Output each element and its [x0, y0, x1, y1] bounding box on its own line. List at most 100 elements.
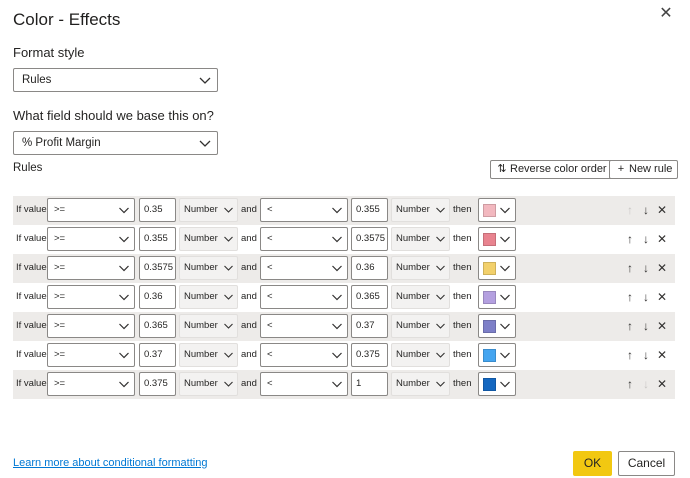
- type-2-select[interactable]: Number: [391, 227, 450, 251]
- operator-1-select[interactable]: >=: [47, 372, 135, 396]
- chevron-down-icon: [224, 207, 233, 213]
- move-down-icon[interactable]: ↓: [639, 375, 653, 393]
- move-up-icon[interactable]: ↑: [623, 201, 637, 219]
- value-1-input[interactable]: 0.355: [139, 227, 176, 251]
- operator-1-select[interactable]: >=: [47, 285, 135, 309]
- type-2-value: Number: [396, 262, 430, 273]
- value-1-input[interactable]: 0.37: [139, 343, 176, 367]
- new-rule-button[interactable]: + New rule: [609, 160, 679, 179]
- delete-rule-icon[interactable]: ✕: [655, 317, 669, 335]
- delete-rule-icon[interactable]: ✕: [655, 288, 669, 306]
- type-1-select[interactable]: Number: [179, 285, 238, 309]
- value-1-input[interactable]: 0.3575: [139, 256, 176, 280]
- operator-2-select[interactable]: <: [260, 372, 348, 396]
- type-1-select[interactable]: Number: [179, 343, 238, 367]
- operator-1-select[interactable]: >=: [47, 227, 135, 251]
- type-1-select[interactable]: Number: [179, 227, 238, 251]
- move-up-icon[interactable]: ↑: [623, 317, 637, 335]
- chevron-down-icon: [199, 140, 211, 147]
- delete-rule-icon[interactable]: ✕: [655, 346, 669, 364]
- operator-2-select[interactable]: <: [260, 256, 348, 280]
- value-2-input[interactable]: 0.365: [351, 285, 388, 309]
- field-select[interactable]: % Profit Margin: [13, 131, 218, 155]
- value-2-input[interactable]: 1: [351, 372, 388, 396]
- chevron-down-icon: [332, 352, 342, 359]
- operator-2-select[interactable]: <: [260, 227, 348, 251]
- operator-2-value: <: [267, 349, 273, 360]
- operator-2-value: <: [267, 378, 273, 389]
- operator-2-select[interactable]: <: [260, 285, 348, 309]
- move-down-icon[interactable]: ↓: [639, 259, 653, 277]
- rule-row: If value >= 0.375 Number and <1 Number then ↑ ↓ ✕: [13, 370, 675, 399]
- if-value-label: If value: [16, 320, 47, 331]
- delete-rule-icon[interactable]: ✕: [655, 230, 669, 248]
- value-1-input[interactable]: 0.365: [139, 314, 176, 338]
- color-picker[interactable]: [478, 227, 516, 251]
- move-up-icon[interactable]: ↑: [623, 288, 637, 306]
- value-2-input[interactable]: 0.36: [351, 256, 388, 280]
- delete-rule-icon[interactable]: ✕: [655, 201, 669, 219]
- chevron-down-icon: [224, 294, 233, 300]
- color-picker[interactable]: [478, 372, 516, 396]
- cancel-button[interactable]: Cancel: [618, 451, 675, 476]
- type-1-select[interactable]: Number: [179, 372, 238, 396]
- operator-2-select[interactable]: <: [260, 198, 348, 222]
- type-2-select[interactable]: Number: [391, 343, 450, 367]
- move-down-icon[interactable]: ↓: [639, 288, 653, 306]
- color-picker[interactable]: [478, 256, 516, 280]
- delete-rule-icon[interactable]: ✕: [655, 259, 669, 277]
- type-2-select[interactable]: Number: [391, 256, 450, 280]
- operator-1-select[interactable]: >=: [47, 198, 135, 222]
- then-label: then: [453, 349, 472, 360]
- format-style-select[interactable]: Rules: [13, 68, 218, 92]
- type-2-select[interactable]: Number: [391, 314, 450, 338]
- type-1-select[interactable]: Number: [179, 198, 238, 222]
- then-label: then: [453, 378, 472, 389]
- type-2-select[interactable]: Number: [391, 198, 450, 222]
- value-1-input[interactable]: 0.36: [139, 285, 176, 309]
- value-2-input[interactable]: 0.37: [351, 314, 388, 338]
- operator-1-value: >=: [54, 291, 66, 302]
- color-picker[interactable]: [478, 285, 516, 309]
- move-up-icon[interactable]: ↑: [623, 259, 637, 277]
- then-label: then: [453, 262, 472, 273]
- reverse-color-order-button[interactable]: ⇅ Reverse color order: [490, 160, 613, 179]
- chevron-down-icon: [224, 236, 233, 242]
- operator-2-value: <: [267, 204, 273, 215]
- chevron-down-icon: [500, 294, 510, 301]
- type-1-select[interactable]: Number: [179, 256, 238, 280]
- operator-2-select[interactable]: <: [260, 314, 348, 338]
- move-up-icon[interactable]: ↑: [623, 375, 637, 393]
- ok-button[interactable]: OK: [573, 451, 612, 476]
- color-picker[interactable]: [478, 343, 516, 367]
- move-down-icon[interactable]: ↓: [639, 346, 653, 364]
- learn-more-link[interactable]: Learn more about conditional formatting: [13, 457, 207, 469]
- chevron-down-icon: [500, 207, 510, 214]
- chevron-down-icon: [199, 77, 211, 84]
- close-icon[interactable]: ✕: [656, 4, 676, 24]
- move-up-icon[interactable]: ↑: [623, 230, 637, 248]
- value-2-input[interactable]: 0.375: [351, 343, 388, 367]
- value-2-input[interactable]: 0.355: [351, 198, 388, 222]
- value-2-input[interactable]: 0.3575: [351, 227, 388, 251]
- type-2-select[interactable]: Number: [391, 285, 450, 309]
- move-down-icon[interactable]: ↓: [639, 201, 653, 219]
- value-1-input[interactable]: 0.375: [139, 372, 176, 396]
- operator-1-select[interactable]: >=: [47, 314, 135, 338]
- operator-1-value: >=: [54, 378, 66, 389]
- color-picker[interactable]: [478, 198, 516, 222]
- move-down-icon[interactable]: ↓: [639, 317, 653, 335]
- type-2-select[interactable]: Number: [391, 372, 450, 396]
- operator-1-select[interactable]: >=: [47, 256, 135, 280]
- operator-1-select[interactable]: >=: [47, 343, 135, 367]
- chevron-down-icon: [436, 352, 445, 358]
- delete-rule-icon[interactable]: ✕: [655, 375, 669, 393]
- color-picker[interactable]: [478, 314, 516, 338]
- value-1-input[interactable]: 0.35: [139, 198, 176, 222]
- move-down-icon[interactable]: ↓: [639, 230, 653, 248]
- type-1-select[interactable]: Number: [179, 314, 238, 338]
- chevron-down-icon: [500, 265, 510, 272]
- operator-2-select[interactable]: <: [260, 343, 348, 367]
- chevron-down-icon: [500, 323, 510, 330]
- move-up-icon[interactable]: ↑: [623, 346, 637, 364]
